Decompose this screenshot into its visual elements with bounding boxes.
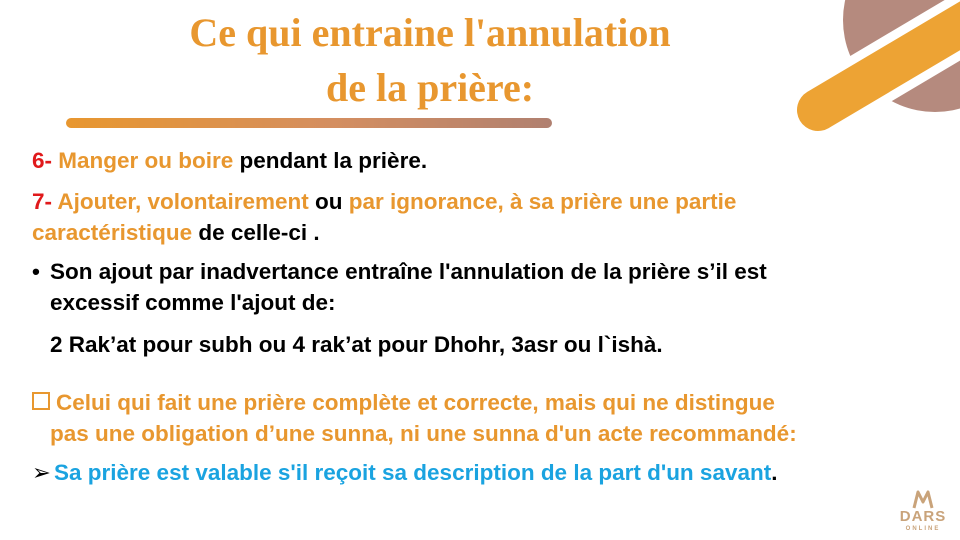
item-6-number: 6- xyxy=(32,148,53,173)
arrow-right-icon: ➢ xyxy=(32,460,51,485)
item-6: 6- Manger ou boire pendant la prière. xyxy=(32,146,427,176)
conclusion-line: ➢ Sa prière est valable s'il reçoit sa de… xyxy=(32,458,778,488)
checkbox-square-icon xyxy=(32,392,50,410)
page-title-line-1: Ce qui entraine l'annulation xyxy=(189,10,671,55)
item-7-part-1: Ajouter, volontairement xyxy=(52,189,309,214)
logo-text: DARS xyxy=(899,508,947,525)
item-6-rest: pendant la prière. xyxy=(233,148,428,173)
item-7-rest: de celle-ci . xyxy=(192,220,320,245)
item-7-connector: ou xyxy=(308,189,349,214)
bullet-line-3: 2 Rak’at pour subh ou 4 rak’at pour Dhoh… xyxy=(50,332,663,357)
item-7-number: 7- xyxy=(32,189,53,214)
note-text-1: Celui qui fait une prière complète et co… xyxy=(56,390,775,415)
page-title-line-2: de la prière: xyxy=(60,65,800,111)
item-7-line-1: 7- Ajouter, volontairement ou par ignora… xyxy=(32,187,736,217)
note-line-1: Celui qui fait une prière complète et co… xyxy=(32,388,775,418)
logo-subtext: ONLINE xyxy=(905,526,941,532)
title-underline xyxy=(66,118,552,128)
logo-mark-icon xyxy=(912,490,934,509)
bullet-icon: • xyxy=(32,259,40,284)
item-7-line-2: caractéristique de celle-ci . xyxy=(32,218,320,248)
bullet-line-2: excessif comme l'ajout de: xyxy=(50,290,336,315)
note-line-2: pas une obligation d’une sunna, ni une s… xyxy=(50,421,797,446)
bullet-text-1: Son ajout par inadvertance entraîne l'an… xyxy=(50,259,767,284)
slide: Ce qui entraine l'annulation de la prièr… xyxy=(0,0,960,540)
conclusion-text: Sa prière est valable s'il reçoit sa des… xyxy=(54,460,772,485)
dars-logo: DARS ONLINE xyxy=(890,488,956,538)
bullet-line-1: • Son ajout par inadvertance entraîne l'a… xyxy=(32,257,767,287)
page-title-text: de la prière xyxy=(325,65,521,110)
conclusion-period: . xyxy=(771,460,778,485)
item-6-highlight: Manger ou boire xyxy=(58,148,234,173)
page-title-colon: : xyxy=(520,65,535,110)
item-7-part-2: par ignorance, à sa prière une partie xyxy=(348,189,737,214)
item-7-part-3: caractéristique xyxy=(32,220,193,245)
